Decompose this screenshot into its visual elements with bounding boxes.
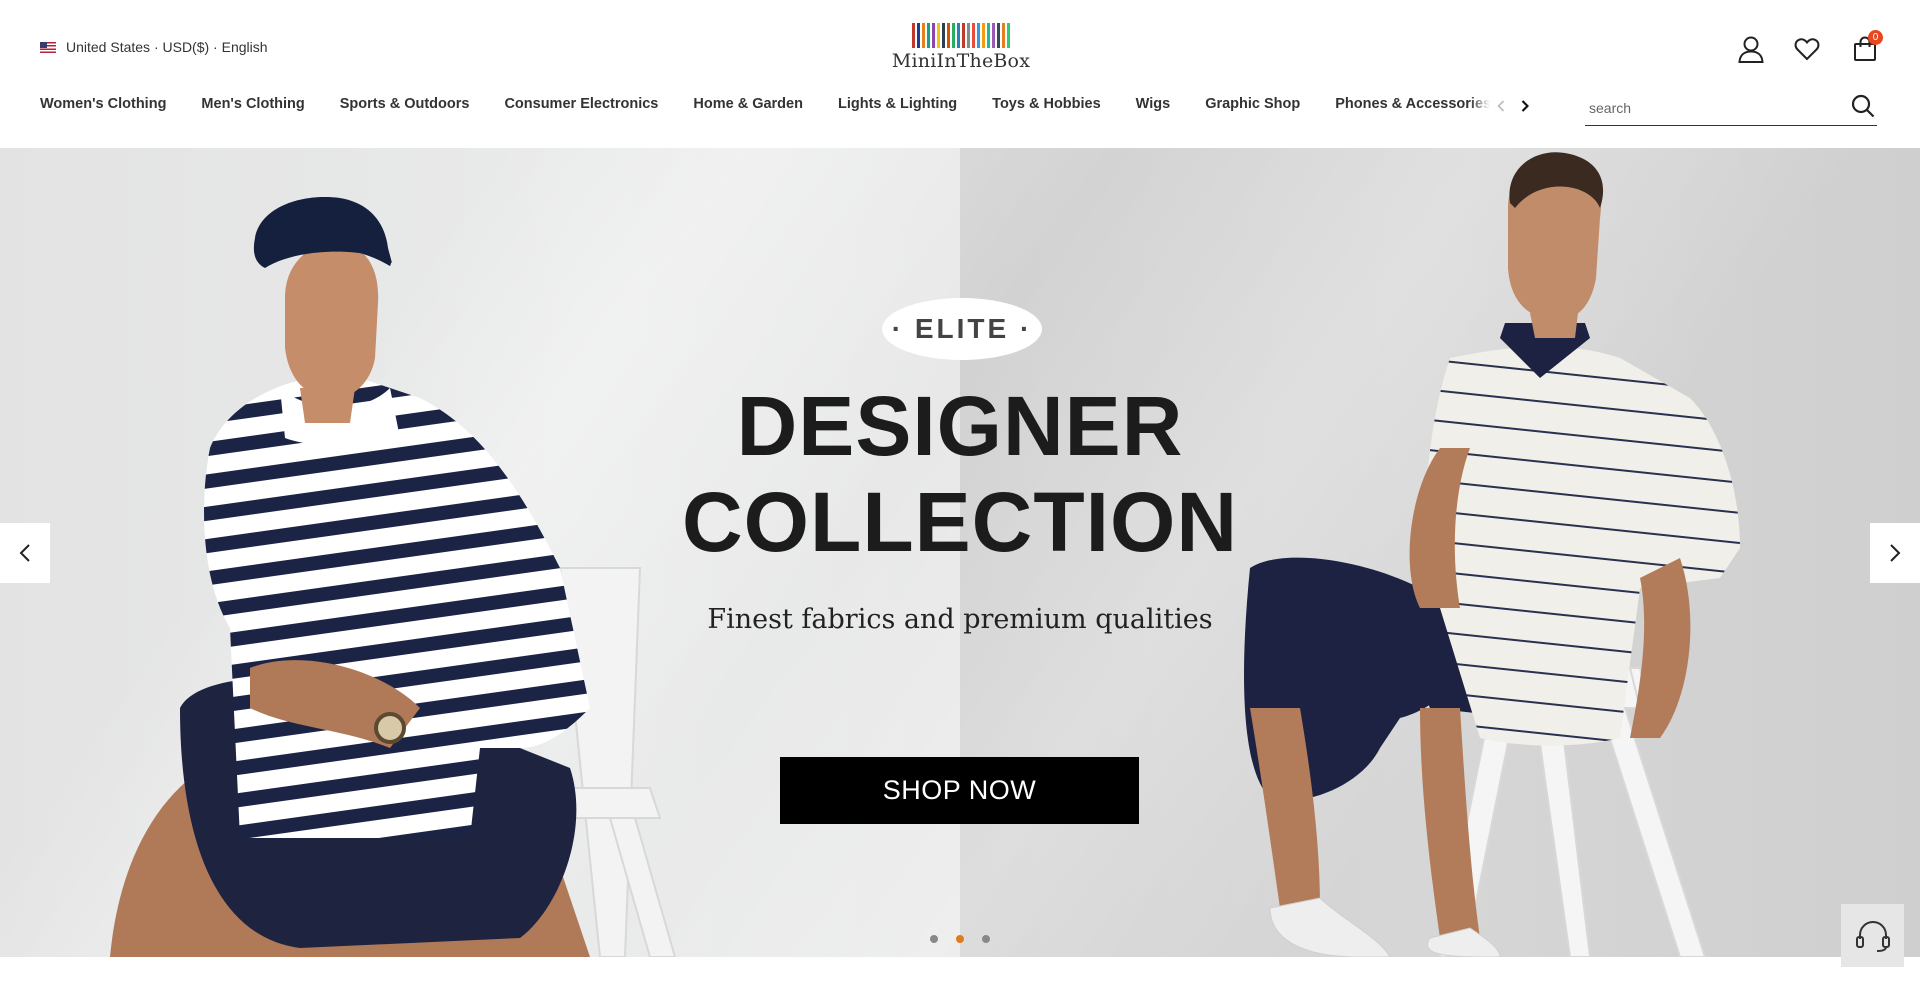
customer-support-button[interactable] bbox=[1841, 904, 1904, 967]
nav-item-1[interactable]: Women's Clothing bbox=[40, 96, 166, 116]
logo-bar bbox=[922, 23, 925, 48]
slider-dot-1[interactable] bbox=[930, 935, 938, 943]
nav-item-8[interactable]: Wigs bbox=[1136, 96, 1171, 116]
logo-bar bbox=[1007, 23, 1010, 48]
headset-icon bbox=[1855, 920, 1890, 952]
search-icon bbox=[1851, 94, 1875, 118]
category-nav: Women's Clothing Men's Clothing Sports & O… bbox=[40, 96, 1505, 116]
slider-next-button[interactable] bbox=[1870, 523, 1920, 583]
logo-bar bbox=[927, 23, 930, 48]
locale-selector[interactable]: United States · USD($) · English bbox=[40, 39, 268, 55]
cart-button[interactable]: 0 bbox=[1850, 30, 1883, 64]
nav-item-2[interactable]: Men's Clothing bbox=[201, 96, 304, 116]
site-logo[interactable]: MiniInTheBox bbox=[891, 23, 1031, 73]
logo-bar bbox=[932, 23, 935, 48]
logo-bar bbox=[957, 23, 960, 48]
headline-line-2: COLLECTION bbox=[682, 475, 1238, 569]
shop-now-button[interactable]: SHOP NOW bbox=[780, 757, 1139, 824]
logo-bar bbox=[937, 23, 940, 48]
logo-bar bbox=[967, 23, 970, 48]
nav-item-4[interactable]: Consumer Electronics bbox=[504, 96, 658, 116]
slider-dots bbox=[930, 935, 990, 943]
nav-item-3[interactable]: Sports & Outdoors bbox=[340, 96, 470, 116]
slider-dot-2[interactable] bbox=[956, 935, 964, 943]
chevron-left-icon bbox=[1497, 100, 1505, 112]
logo-bar bbox=[992, 23, 995, 48]
logo-bar bbox=[982, 23, 985, 48]
nav-prev-button[interactable] bbox=[1493, 96, 1509, 116]
search-button[interactable] bbox=[1849, 92, 1877, 120]
search-input[interactable] bbox=[1589, 98, 1829, 118]
chevron-left-icon bbox=[19, 544, 30, 562]
account-icon bbox=[1738, 36, 1764, 63]
logo-bar bbox=[997, 23, 1000, 48]
chevron-right-icon bbox=[1890, 544, 1901, 562]
hero-banner: · ELITE · DESIGNER COLLECTION Finest fab… bbox=[0, 148, 1920, 957]
nav-item-7[interactable]: Toys & Hobbies bbox=[992, 96, 1101, 116]
logo-bar bbox=[952, 23, 955, 48]
site-header: United States · USD($) · English MiniInT… bbox=[0, 0, 1920, 148]
nav-item-6[interactable]: Lights & Lighting bbox=[838, 96, 957, 116]
headline-line-1: DESIGNER bbox=[736, 379, 1184, 473]
nav-next-button[interactable] bbox=[1517, 96, 1533, 116]
logo-bar bbox=[912, 23, 915, 48]
search-bar bbox=[1585, 90, 1877, 126]
nav-item-10[interactable]: Phones & Accessories bbox=[1335, 96, 1491, 116]
nav-item-9[interactable]: Graphic Shop bbox=[1205, 96, 1300, 116]
logo-bar bbox=[987, 23, 990, 48]
logo-bar bbox=[977, 23, 980, 48]
logo-bar bbox=[1002, 23, 1005, 48]
wishlist-button[interactable] bbox=[1792, 34, 1822, 64]
nav-item-5[interactable]: Home & Garden bbox=[693, 96, 803, 116]
logo-text: MiniInTheBox bbox=[891, 50, 1031, 72]
logo-bars bbox=[891, 23, 1031, 48]
slider-prev-button[interactable] bbox=[0, 523, 50, 583]
hero-subline: Finest fabrics and premium qualities bbox=[707, 604, 1213, 635]
hero-headline: DESIGNER COLLECTION bbox=[600, 378, 1320, 570]
us-flag-icon bbox=[40, 41, 56, 53]
cart-count-badge: 0 bbox=[1868, 30, 1883, 45]
chevron-right-icon bbox=[1521, 100, 1529, 112]
slider-dot-3[interactable] bbox=[982, 935, 990, 943]
elite-badge: · ELITE · bbox=[882, 298, 1042, 360]
logo-bar bbox=[962, 23, 965, 48]
logo-bar bbox=[947, 23, 950, 48]
logo-bar bbox=[917, 23, 920, 48]
left-model bbox=[110, 197, 591, 957]
locale-text: United States · USD($) · English bbox=[66, 39, 268, 55]
logo-bar bbox=[972, 23, 975, 48]
wishlist-heart-icon bbox=[1794, 38, 1820, 61]
logo-bar bbox=[942, 23, 945, 48]
account-button[interactable] bbox=[1736, 34, 1766, 64]
